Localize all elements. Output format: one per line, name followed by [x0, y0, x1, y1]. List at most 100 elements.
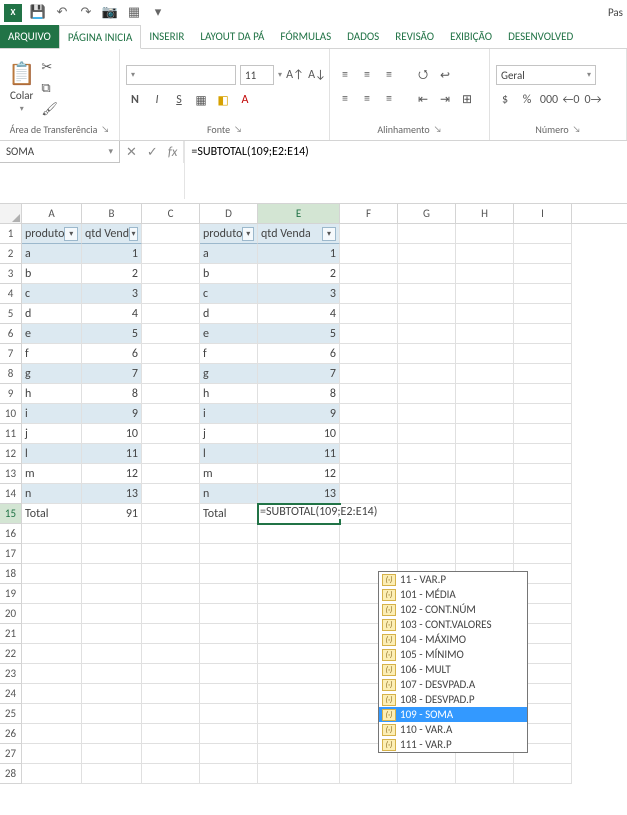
cell[interactable]: g [200, 364, 258, 384]
cell[interactable] [456, 264, 514, 284]
cell[interactable]: e [200, 324, 258, 344]
row-header[interactable]: 17 [0, 544, 22, 564]
cell[interactable]: 9 [82, 404, 142, 424]
autocomplete-item[interactable]: (·)109 - SOMA [379, 707, 527, 722]
cell[interactable] [200, 704, 258, 724]
cell[interactable] [258, 604, 340, 624]
cell[interactable] [142, 684, 200, 704]
cell[interactable] [456, 384, 514, 404]
cell[interactable] [142, 724, 200, 744]
formula-input[interactable] [184, 141, 627, 199]
cell[interactable] [398, 364, 456, 384]
cell[interactable]: 7 [258, 364, 340, 384]
cell[interactable] [456, 344, 514, 364]
fill-color-button[interactable]: ◧ [214, 91, 232, 109]
filter-button[interactable]: ▾ [322, 227, 336, 241]
cell[interactable] [398, 284, 456, 304]
cell[interactable]: 91 [82, 504, 142, 524]
cell[interactable] [22, 704, 82, 724]
cell[interactable] [398, 524, 456, 544]
cell[interactable] [398, 264, 456, 284]
cell[interactable]: 13 [258, 484, 340, 504]
cell[interactable] [398, 384, 456, 404]
cell[interactable] [456, 524, 514, 544]
cell[interactable] [398, 344, 456, 364]
autocomplete-item[interactable]: (·)106 - MULT [379, 662, 527, 677]
row-header[interactable]: 28 [0, 764, 22, 784]
cell[interactable] [142, 564, 200, 584]
cell[interactable] [82, 524, 142, 544]
cell[interactable]: 13 [82, 484, 142, 504]
cell[interactable] [340, 424, 398, 444]
cell[interactable] [398, 444, 456, 464]
cell[interactable] [142, 344, 200, 364]
cell[interactable] [200, 604, 258, 624]
autocomplete-item[interactable]: (·)105 - MÍNIMO [379, 647, 527, 662]
cell[interactable] [258, 524, 340, 544]
qat-customize-icon[interactable]: ▾ [150, 5, 166, 21]
cell[interactable]: =SUBTOTAL(109;E2:E14) [258, 504, 340, 524]
cell[interactable]: 10 [258, 424, 340, 444]
cell[interactable] [514, 244, 572, 264]
row-header[interactable]: 13 [0, 464, 22, 484]
cell[interactable] [142, 264, 200, 284]
cell[interactable] [200, 644, 258, 664]
cut-icon[interactable]: ✂ [41, 60, 58, 75]
cell[interactable] [514, 544, 572, 564]
row-header[interactable]: 11 [0, 424, 22, 444]
font-name-select[interactable]: ▾ [126, 65, 236, 85]
cell[interactable] [398, 404, 456, 424]
autocomplete-item[interactable]: (·)103 - CONT.VALORES [379, 617, 527, 632]
cell[interactable] [340, 224, 398, 244]
dialog-launcher-icon[interactable]: ↘ [573, 124, 581, 135]
row-header[interactable]: 19 [0, 584, 22, 604]
row-header[interactable]: 18 [0, 564, 22, 584]
cell[interactable] [258, 584, 340, 604]
cell[interactable]: g [22, 364, 82, 384]
cell[interactable] [456, 764, 514, 784]
col-header[interactable]: C [142, 204, 200, 223]
cell[interactable]: h [200, 384, 258, 404]
cell[interactable]: 2 [82, 264, 142, 284]
cell[interactable]: 12 [258, 464, 340, 484]
cell[interactable] [142, 284, 200, 304]
cell[interactable]: Total [22, 504, 82, 524]
cell[interactable]: j [200, 424, 258, 444]
cell[interactable]: 2 [258, 264, 340, 284]
cell[interactable] [142, 484, 200, 504]
cell[interactable] [514, 264, 572, 284]
wrap-text-icon[interactable]: ↩ [436, 66, 454, 84]
cell[interactable] [456, 364, 514, 384]
cell[interactable] [514, 404, 572, 424]
cell[interactable] [456, 484, 514, 504]
cell[interactable] [340, 464, 398, 484]
cell[interactable] [142, 384, 200, 404]
tab-file[interactable]: ARQUIVO [0, 25, 59, 48]
increase-decimal-icon[interactable]: ←0 [562, 91, 580, 109]
filter-button[interactable]: ▾ [64, 227, 78, 241]
font-size-select[interactable]: 11 [240, 65, 274, 85]
cell[interactable] [340, 404, 398, 424]
row-header[interactable]: 9 [0, 384, 22, 404]
cell[interactable] [398, 304, 456, 324]
cell[interactable]: 3 [82, 284, 142, 304]
cell[interactable] [22, 604, 82, 624]
cell[interactable] [398, 464, 456, 484]
cell[interactable] [398, 484, 456, 504]
cell[interactable]: 11 [258, 444, 340, 464]
cell[interactable] [200, 584, 258, 604]
col-header[interactable]: D [200, 204, 258, 223]
col-header[interactable]: G [398, 204, 456, 223]
cell[interactable]: c [200, 284, 258, 304]
cell[interactable] [514, 424, 572, 444]
chevron-down-icon[interactable]: ▾ [278, 70, 282, 80]
cell[interactable] [340, 344, 398, 364]
cell[interactable] [82, 544, 142, 564]
cell[interactable] [340, 544, 398, 564]
align-center-icon[interactable]: ≡ [358, 90, 376, 108]
cell[interactable] [514, 344, 572, 364]
cell[interactable] [22, 624, 82, 644]
enter-formula-icon[interactable]: ✓ [147, 145, 158, 160]
cancel-formula-icon[interactable]: ✕ [126, 145, 137, 160]
cell[interactable] [258, 744, 340, 764]
